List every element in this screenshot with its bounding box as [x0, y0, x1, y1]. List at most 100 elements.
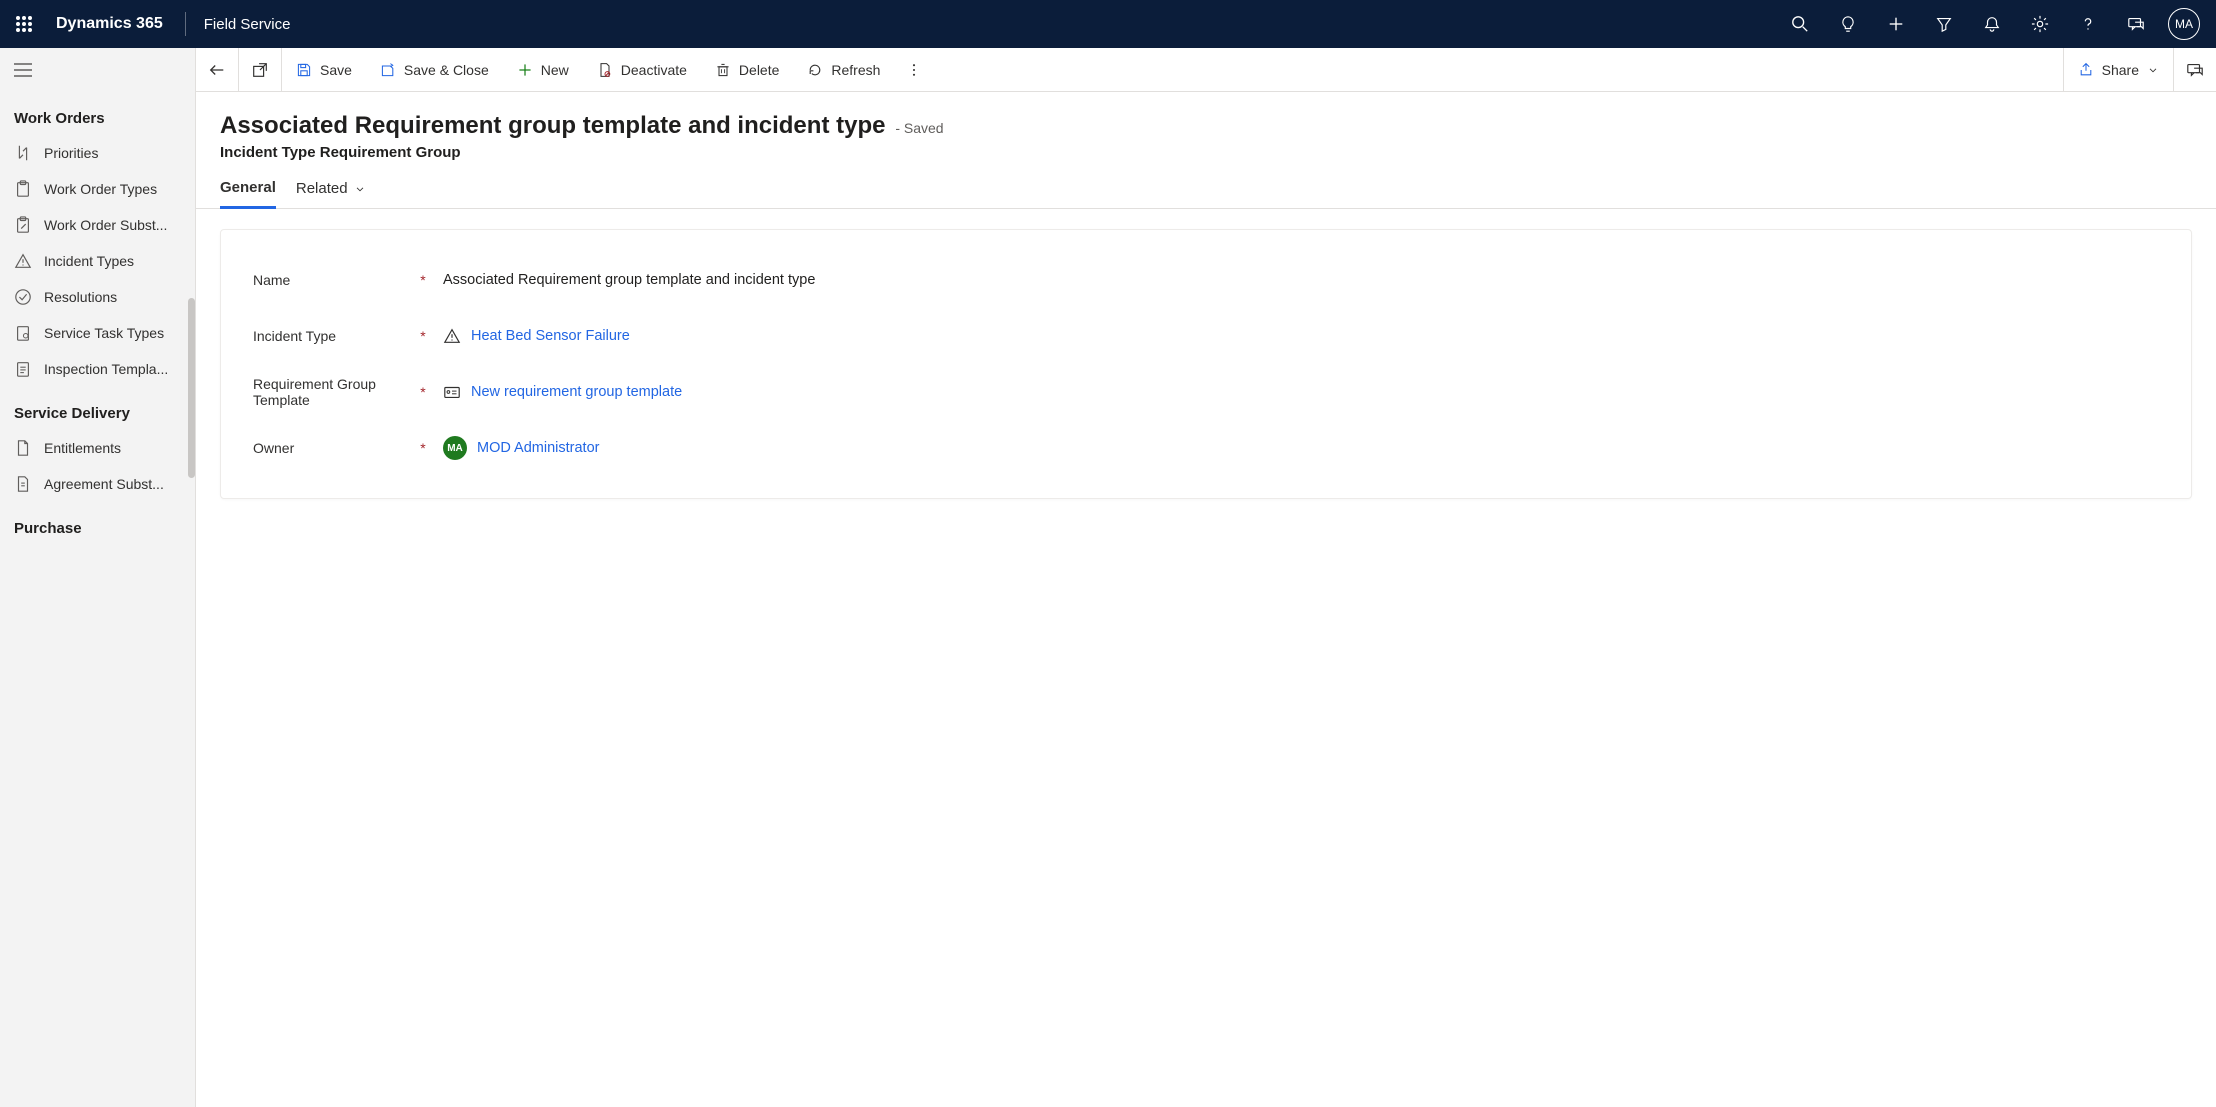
share-icon [2078, 62, 2094, 78]
new-label: New [541, 62, 569, 78]
field-value-text: MOD Administrator [477, 440, 599, 456]
document-icon [14, 439, 32, 457]
checkmark-circle-icon [14, 288, 32, 306]
sidebar-item-work-order-types[interactable]: Work Order Types [0, 171, 195, 207]
settings-button[interactable] [2016, 0, 2064, 48]
left-sidebar: Work Orders Priorities Work Order Types … [0, 48, 196, 1107]
sidebar-item-agreement-substatuses[interactable]: Agreement Subst... [0, 466, 195, 502]
refresh-button[interactable]: Refresh [793, 48, 894, 91]
new-button[interactable]: New [503, 48, 583, 91]
tab-label: Related [296, 180, 348, 197]
requirement-group-template-lookup[interactable]: New requirement group template [443, 383, 2159, 401]
sidebar-item-label: Agreement Subst... [44, 476, 164, 492]
insights-button[interactable] [1824, 0, 1872, 48]
sidebar-item-service-task-types[interactable]: Service Task Types [0, 315, 195, 351]
sidebar-item-label: Work Order Types [44, 181, 157, 197]
lightbulb-icon [1839, 15, 1857, 33]
field-value-text: Heat Bed Sensor Failure [471, 328, 630, 344]
share-button[interactable]: Share [2064, 62, 2173, 78]
warning-icon [14, 252, 32, 270]
field-label: Owner [253, 440, 403, 456]
sidebar-toggle-button[interactable] [0, 48, 195, 92]
deactivate-label: Deactivate [621, 62, 687, 78]
required-indicator: * [415, 384, 431, 400]
app-launcher-button[interactable] [0, 0, 48, 48]
save-label: Save [320, 62, 352, 78]
record-header: Associated Requirement group template an… [196, 92, 2216, 161]
priority-icon [14, 144, 32, 162]
question-icon [2079, 15, 2097, 33]
record-title: Associated Requirement group template an… [220, 112, 885, 139]
share-label: Share [2102, 62, 2139, 78]
required-indicator: * [415, 272, 431, 288]
owner-initials: MA [447, 443, 463, 454]
owner-avatar: MA [443, 436, 467, 460]
notifications-button[interactable] [1968, 0, 2016, 48]
assistant-top-button[interactable] [2112, 0, 2160, 48]
sidebar-section-service-delivery: Service Delivery [0, 387, 195, 430]
chevron-down-icon [2147, 64, 2159, 76]
required-indicator: * [415, 440, 431, 456]
sidebar-item-label: Inspection Templa... [44, 361, 168, 377]
sidebar-item-entitlements[interactable]: Entitlements [0, 430, 195, 466]
form-tabs: General Related [196, 161, 2216, 209]
user-avatar[interactable]: MA [2168, 8, 2200, 40]
field-label: Incident Type [253, 328, 403, 344]
save-close-icon [380, 62, 396, 78]
warning-icon [443, 327, 461, 345]
record-entity-name: Incident Type Requirement Group [220, 144, 2192, 161]
gear-icon [2031, 15, 2049, 33]
document-lines-icon [14, 475, 32, 493]
arrow-left-icon [208, 61, 226, 79]
search-button[interactable] [1776, 0, 1824, 48]
chat-icon [2186, 61, 2204, 79]
global-top-bar: Dynamics 365 Field Service MA [0, 0, 2216, 48]
deactivate-icon [597, 62, 613, 78]
sidebar-item-label: Entitlements [44, 440, 121, 456]
assistant-pane-button[interactable] [2173, 48, 2216, 91]
sidebar-item-inspection-templates[interactable]: Inspection Templa... [0, 351, 195, 387]
clipboard-edit-icon [14, 216, 32, 234]
save-button[interactable]: Save [282, 48, 366, 91]
popout-button[interactable] [239, 48, 281, 91]
record-save-status: - Saved [895, 120, 943, 136]
deactivate-button[interactable]: Deactivate [583, 48, 701, 91]
field-label: Requirement Group Template [253, 376, 403, 408]
plus-icon [1887, 15, 1905, 33]
tab-general[interactable]: General [220, 179, 276, 209]
top-divider [185, 12, 186, 36]
refresh-label: Refresh [831, 62, 880, 78]
sidebar-item-priorities[interactable]: Priorities [0, 135, 195, 171]
sidebar-scrollbar[interactable] [188, 298, 195, 478]
chevron-down-icon [354, 183, 366, 195]
avatar-initials: MA [2175, 17, 2193, 31]
sidebar-section-purchase: Purchase [0, 502, 195, 545]
owner-lookup[interactable]: MA MOD Administrator [443, 436, 2159, 460]
help-button[interactable] [2064, 0, 2112, 48]
brand-label[interactable]: Dynamics 365 [48, 15, 179, 33]
tab-related[interactable]: Related [296, 179, 366, 208]
sidebar-item-resolutions[interactable]: Resolutions [0, 279, 195, 315]
field-name: Name * Associated Requirement group temp… [253, 252, 2159, 308]
delete-button[interactable]: Delete [701, 48, 793, 91]
search-icon [1791, 15, 1809, 33]
save-close-button[interactable]: Save & Close [366, 48, 503, 91]
incident-type-lookup[interactable]: Heat Bed Sensor Failure [443, 327, 2159, 345]
sidebar-item-incident-types[interactable]: Incident Types [0, 243, 195, 279]
sidebar-section-work-orders: Work Orders [0, 92, 195, 135]
plus-icon [517, 62, 533, 78]
overflow-button[interactable] [894, 48, 934, 91]
filter-button[interactable] [1920, 0, 1968, 48]
sidebar-item-label: Priorities [44, 145, 98, 161]
command-bar: Save Save & Close New Deactivate Delete … [196, 48, 2216, 92]
back-button[interactable] [196, 48, 238, 91]
app-name-label[interactable]: Field Service [192, 16, 303, 33]
hamburger-icon [14, 63, 32, 77]
refresh-icon [807, 62, 823, 78]
name-input[interactable]: Associated Requirement group template an… [443, 272, 2159, 288]
quick-create-button[interactable] [1872, 0, 1920, 48]
field-owner: Owner * MA MOD Administrator [253, 420, 2159, 476]
sidebar-item-work-order-substatuses[interactable]: Work Order Subst... [0, 207, 195, 243]
save-icon [296, 62, 312, 78]
sidebar-item-label: Incident Types [44, 253, 134, 269]
